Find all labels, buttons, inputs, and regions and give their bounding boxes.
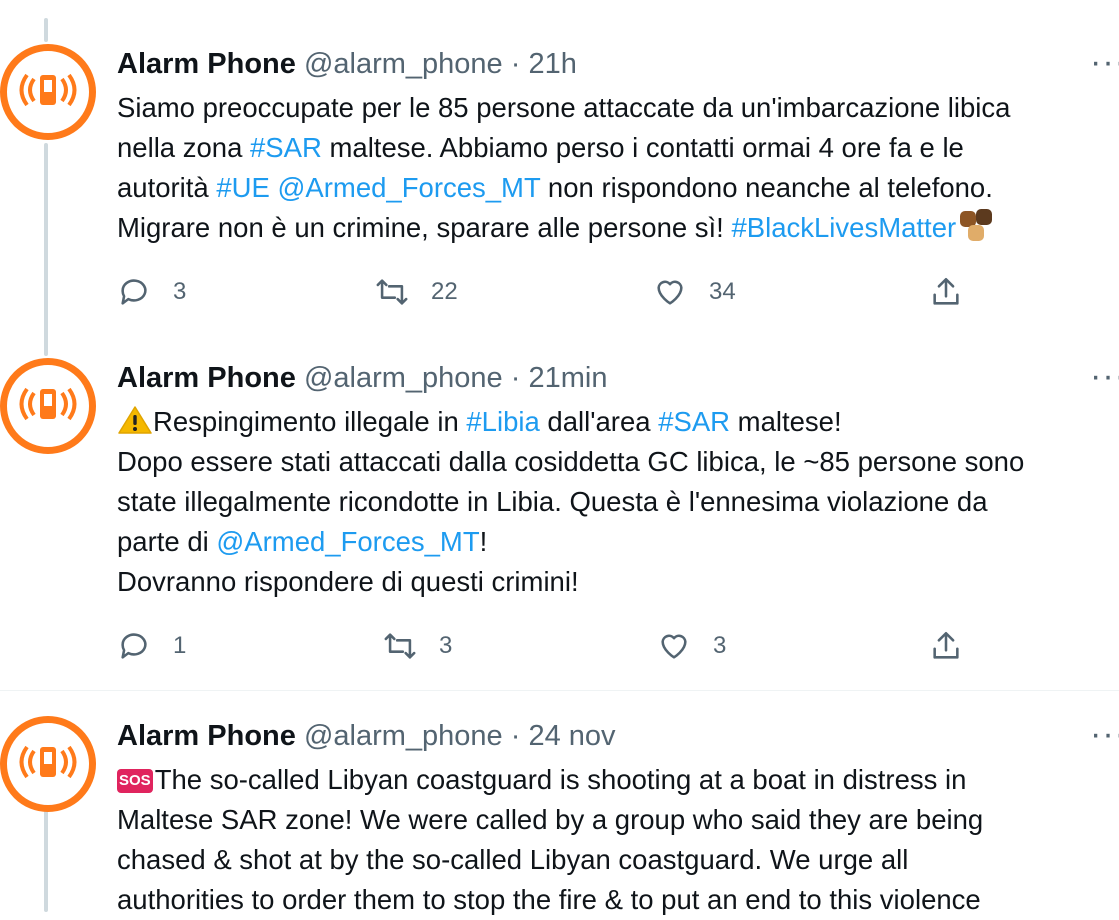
tweet-actions: 1 3 3: [117, 626, 1077, 666]
raised-fists-emoji-icon: [956, 209, 998, 245]
tweet-text: nella zona: [117, 132, 251, 163]
tweet-text: Migrare non è un crimine, sparare alle p…: [117, 212, 732, 243]
tweet-text-line: Siamo preoccupate per le 85 persone atta…: [117, 88, 1010, 128]
separator-dot: ·: [510, 720, 521, 752]
share-icon: [933, 277, 959, 305]
alarm-phone-logo-icon: [19, 73, 77, 107]
tweet-text: !: [479, 526, 488, 557]
user-handle[interactable]: @alarm_phone: [304, 720, 503, 752]
tweet-text: maltese!: [730, 406, 842, 437]
sos-emoji-icon: SOS: [117, 769, 153, 793]
tweet[interactable]: Alarm Phone @alarm_phone · 21min ··· Res…: [0, 356, 1119, 678]
more-options-icon[interactable]: ···: [1090, 42, 1119, 82]
tweet-text: The so-called Libyan coastguard is shoot…: [154, 764, 967, 795]
tweet-text: maltese. Abbiamo perso i contatti ormai …: [321, 132, 964, 163]
tweet-text: state illegalmente ricondotte in Libia. …: [117, 486, 988, 517]
heart-icon: [661, 634, 687, 659]
reply-count: 3: [173, 278, 187, 305]
warning-icon: [118, 406, 152, 434]
mention-link[interactable]: @Armed_Forces_MT: [278, 172, 541, 203]
tweet-timestamp[interactable]: 21min: [528, 362, 607, 394]
reply-icon: [121, 633, 147, 659]
avatar[interactable]: [0, 716, 96, 812]
tweet-text-line: parte di @Armed_Forces_MT!: [117, 522, 487, 562]
like-count: 34: [709, 278, 736, 305]
tweet-header: Alarm Phone @alarm_phone · 21min: [117, 358, 607, 398]
mention-link[interactable]: @Armed_Forces_MT: [216, 526, 479, 557]
avatar[interactable]: [0, 358, 96, 454]
reply-button[interactable]: 1: [117, 626, 186, 666]
thread-line: [44, 18, 48, 42]
more-options-icon[interactable]: ···: [1090, 714, 1119, 754]
tweet-text-line: Maltese SAR zone! We were called by a gr…: [117, 800, 983, 840]
tweet-text: Dovranno rispondere di questi crimini!: [117, 566, 579, 597]
heart-icon: [657, 280, 683, 305]
tweet-text: Respingimento illegale in: [153, 406, 467, 437]
retweet-icon: [384, 633, 416, 659]
tweet-text: dall'area: [539, 406, 659, 437]
tweet-header: Alarm Phone @alarm_phone · 24 nov: [117, 716, 616, 756]
alarm-phone-logo-icon: [19, 745, 77, 779]
tweet-text: authorities to order them to stop the fi…: [117, 884, 981, 915]
retweet-button[interactable]: 3: [383, 626, 452, 666]
share-button[interactable]: [929, 272, 963, 312]
reply-icon: [121, 279, 147, 305]
user-handle[interactable]: @alarm_phone: [304, 362, 503, 394]
tweet-text-line: Respingimento illegale in #Libia dall'ar…: [117, 402, 842, 442]
tweet-text: [270, 172, 278, 203]
share-icon: [933, 631, 959, 659]
tweet[interactable]: Alarm Phone @alarm_phone · 21h ··· Siamo…: [0, 42, 1119, 334]
retweet-count: 22: [431, 278, 458, 305]
separator-dot: ·: [510, 362, 521, 394]
tweet-text-line: authorities to order them to stop the fi…: [117, 880, 981, 920]
tweet-text-line: Dopo essere stati attaccati dalla cosidd…: [117, 442, 1024, 482]
tweet-text-line: Dovranno rispondere di questi crimini!: [117, 562, 579, 602]
tweet-timestamp[interactable]: 24 nov: [528, 720, 615, 752]
display-name[interactable]: Alarm Phone: [117, 362, 296, 394]
more-options-icon[interactable]: ···: [1090, 356, 1119, 396]
avatar[interactable]: [0, 44, 96, 140]
alarm-phone-logo-icon: [19, 387, 77, 421]
tweet-text: chased & shot at by the so-called Libyan…: [117, 844, 909, 875]
tweet-text: non rispondono neanche al telefono.: [540, 172, 993, 203]
hashtag-link[interactable]: #UE: [216, 172, 270, 203]
tweet-text: autorità: [117, 172, 217, 203]
tweet-text-line: SOS The so-called Libyan coastguard is sh…: [117, 760, 966, 800]
hashtag-link[interactable]: #SAR: [250, 132, 322, 163]
user-handle[interactable]: @alarm_phone: [304, 48, 503, 80]
tweet-text: parte di: [117, 526, 217, 557]
tweet-text: Dopo essere stati attaccati dalla cosidd…: [117, 446, 1025, 477]
display-name[interactable]: Alarm Phone: [117, 720, 296, 752]
retweet-icon: [376, 279, 408, 305]
tweet[interactable]: Alarm Phone @alarm_phone · 24 nov ··· SO…: [0, 714, 1119, 915]
tweet-actions: 3 22 34: [117, 272, 1077, 312]
display-name[interactable]: Alarm Phone: [117, 48, 296, 80]
tweet-timestamp[interactable]: 21h: [528, 48, 576, 80]
tweet-text: Siamo preoccupate per le 85 persone atta…: [117, 92, 1011, 123]
tweet-text-line: nella zona #SAR maltese. Abbiamo perso i…: [117, 128, 964, 168]
tweet-text-line: state illegalmente ricondotte in Libia. …: [117, 482, 988, 522]
hashtag-link[interactable]: #Libia: [466, 406, 539, 437]
share-button[interactable]: [929, 626, 963, 666]
hashtag-link[interactable]: #SAR: [658, 406, 730, 437]
separator-dot: ·: [510, 48, 521, 80]
retweet-count: 3: [439, 632, 453, 659]
tweet-header: Alarm Phone @alarm_phone · 21h: [117, 44, 577, 84]
like-count: 3: [713, 632, 727, 659]
tweet-text-line: autorità #UE @Armed_Forces_MT non rispon…: [117, 168, 993, 208]
reply-button[interactable]: 3: [117, 272, 186, 312]
reply-count: 1: [173, 632, 187, 659]
like-button[interactable]: 3: [657, 626, 726, 666]
hashtag-link[interactable]: #BlackLivesMatter: [731, 212, 956, 243]
retweet-button[interactable]: 22: [375, 272, 458, 312]
tweet-text: Maltese SAR zone! We were called by a gr…: [117, 804, 984, 835]
tweet-text-line: chased & shot at by the so-called Libyan…: [117, 840, 908, 880]
like-button[interactable]: 34: [653, 272, 736, 312]
tweet-divider: [0, 690, 1119, 691]
tweet-text-line: Migrare non è un crimine, sparare alle p…: [117, 208, 998, 248]
